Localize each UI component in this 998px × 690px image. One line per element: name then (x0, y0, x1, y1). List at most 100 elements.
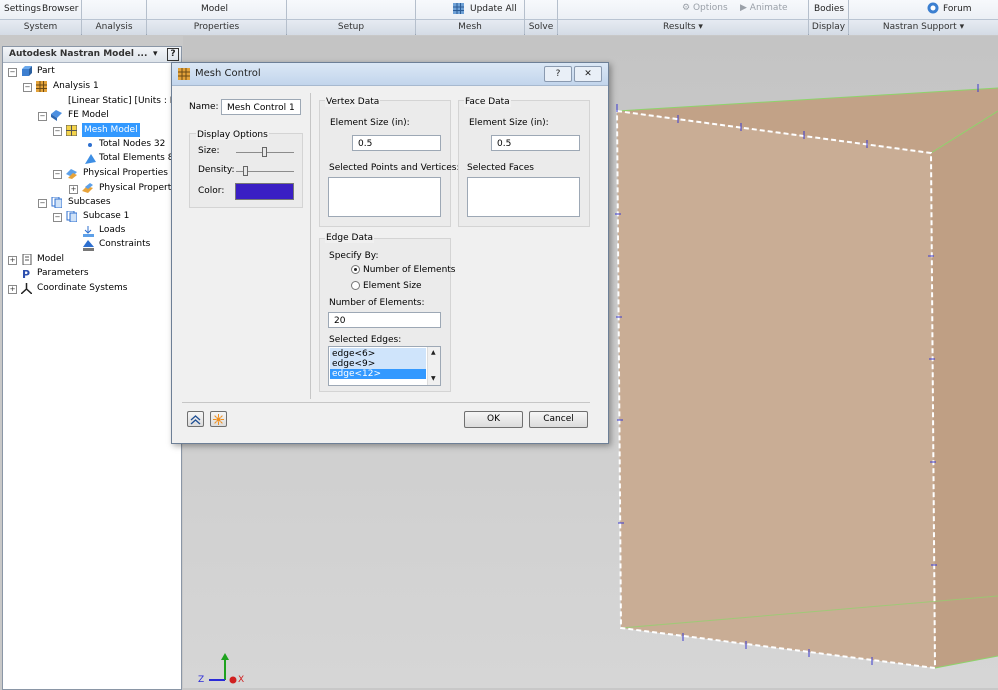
expand-analysis-icon[interactable]: − (23, 83, 32, 92)
mesh-control-dialog: Mesh Control ? ✕ Name: Mesh Control 1 Di… (171, 62, 609, 444)
selected-edges-list[interactable]: edge<6> edge<9> edge<12> ▲ ▼ (328, 346, 441, 386)
mesh-control-icon (178, 68, 190, 80)
number-of-elements-option[interactable]: Number of Elements (363, 265, 456, 275)
ribbon: Settings Browser Model Update All ⚙ Opti… (0, 0, 998, 35)
options-button[interactable]: ⚙ Options (682, 3, 728, 13)
physical-properties-icon (66, 169, 77, 179)
tree-item-coordinate-systems[interactable]: Coordinate Systems (37, 281, 127, 295)
edge-item[interactable]: edge<6> (332, 349, 375, 359)
edge-item[interactable]: edge<9> (332, 359, 375, 369)
density-slider-thumb[interactable] (243, 166, 248, 176)
number-of-elements-field[interactable]: 20 (328, 312, 441, 328)
expand-subcase-icon[interactable]: − (53, 213, 62, 222)
animate-label: Animate (749, 3, 788, 13)
expand-model-icon[interactable]: + (8, 256, 17, 265)
face-size-label: Element Size (in): (469, 118, 549, 128)
dialog-title: Mesh Control (195, 68, 261, 79)
settings-button[interactable]: Settings (4, 4, 41, 14)
edge-item-selected[interactable]: edge<12> (332, 369, 381, 379)
vertex-size-label: Element Size (in): (330, 118, 410, 128)
density-label: Density: (198, 165, 235, 175)
tree-item-total-nodes[interactable]: Total Nodes 32 (99, 137, 165, 151)
animate-button[interactable]: ▶ Animate (740, 3, 788, 13)
update-all-button[interactable]: Update All (470, 4, 517, 14)
triad-z-label: Z (198, 675, 205, 685)
tree-item-total-elements[interactable]: Total Elements 8 (99, 151, 173, 165)
column-divider (310, 93, 311, 399)
element-icon (85, 154, 96, 164)
tree-item-physical-properties[interactable]: Physical Properties (83, 166, 168, 180)
coordinate-systems-icon (21, 283, 32, 294)
edge-data-title: Edge Data (325, 233, 374, 243)
name-field[interactable]: Mesh Control 1 (221, 99, 301, 115)
color-swatch[interactable] (235, 183, 294, 200)
color-label: Color: (198, 186, 225, 196)
tree-item-mesh-model[interactable]: Mesh Model (82, 123, 140, 137)
element-size-option[interactable]: Element Size (363, 281, 422, 291)
part-icon (22, 66, 32, 76)
highlight-button[interactable] (210, 411, 227, 427)
panel-solve: Solve (525, 19, 557, 35)
tree-item-model[interactable]: Model (37, 252, 64, 266)
expand-physical-properties-icon[interactable]: − (53, 170, 62, 179)
tree-item-fe-model[interactable]: FE Model (68, 108, 109, 122)
ok-button[interactable]: OK (464, 411, 523, 428)
browser-button[interactable]: Browser (42, 4, 78, 14)
tree-item-part[interactable]: Part (37, 64, 55, 78)
expand-subcases-icon[interactable]: − (38, 199, 47, 208)
edges-scrollbar[interactable]: ▲ ▼ (427, 347, 440, 385)
element-size-radio[interactable] (351, 281, 360, 290)
fe-model-icon (51, 110, 62, 121)
expand-physical-property-icon[interactable]: + (69, 185, 78, 194)
tree-item-physical-property[interactable]: Physical Property (99, 181, 177, 195)
expand-mesh-model-icon[interactable]: − (53, 127, 62, 136)
tree-item-loads[interactable]: Loads (99, 223, 125, 237)
size-slider-thumb[interactable] (262, 147, 267, 157)
node-icon (88, 143, 92, 147)
footer-divider (182, 402, 590, 403)
expand-coordinate-systems-icon[interactable]: + (8, 285, 17, 294)
bodies-button[interactable]: Bodies (814, 4, 844, 14)
panel-display: Display (809, 19, 848, 35)
mesh-model-icon (66, 125, 77, 136)
selected-vertices-list[interactable] (328, 177, 441, 217)
browser-dropdown-icon[interactable]: ▾ (153, 49, 158, 59)
expand-fe-model-icon[interactable]: − (38, 112, 47, 121)
model-button[interactable]: Model (201, 4, 228, 14)
number-of-elements-radio[interactable] (351, 265, 360, 274)
display-options-title: Display Options (196, 130, 269, 140)
analysis-icon (36, 81, 47, 92)
loads-icon (83, 226, 94, 237)
scroll-up-icon[interactable]: ▲ (431, 349, 436, 356)
panel-results[interactable]: Results ▾ (558, 19, 808, 35)
tree-item-subcases[interactable]: Subcases (68, 195, 111, 209)
selected-faces-list[interactable] (467, 177, 580, 217)
tree-item-subcase-1[interactable]: Subcase 1 (83, 209, 129, 223)
browser-help-button[interactable]: ? (167, 48, 179, 61)
number-of-elements-label: Number of Elements: (329, 298, 425, 308)
dialog-titlebar[interactable]: Mesh Control ? ✕ (172, 63, 608, 86)
forum-button[interactable]: Forum (943, 4, 972, 14)
tree-item-analysis-type[interactable]: [Linear Static] [Units : De (68, 94, 182, 108)
model-browser: Autodesk Nastran Model ... ▾ ? − Part − … (2, 46, 182, 690)
tree-item-parameters[interactable]: Parameters (37, 266, 89, 280)
tree-item-analysis[interactable]: Analysis 1 (53, 79, 99, 93)
face-size-field[interactable]: 0.5 (491, 135, 580, 151)
panel-nastran-support[interactable]: Nastran Support ▾ (849, 19, 998, 35)
collapse-button[interactable] (187, 411, 204, 427)
expand-part-icon[interactable]: − (8, 68, 17, 77)
selected-faces-label: Selected Faces (467, 163, 534, 173)
dialog-close-button[interactable]: ✕ (574, 66, 602, 82)
vertex-size-field[interactable]: 0.5 (352, 135, 441, 151)
parameters-icon: P (22, 268, 30, 279)
cancel-button[interactable]: Cancel (529, 411, 588, 428)
dialog-help-button[interactable]: ? (544, 66, 572, 82)
panel-mesh: Mesh (416, 19, 524, 35)
collapse-chevron-icon (190, 415, 201, 425)
physical-property-icon (82, 183, 93, 193)
scroll-down-icon[interactable]: ▼ (431, 375, 436, 382)
tree-item-constraints[interactable]: Constraints (99, 237, 150, 251)
options-label: Options (692, 3, 728, 13)
size-label: Size: (198, 146, 220, 156)
all-label: All (505, 4, 517, 14)
